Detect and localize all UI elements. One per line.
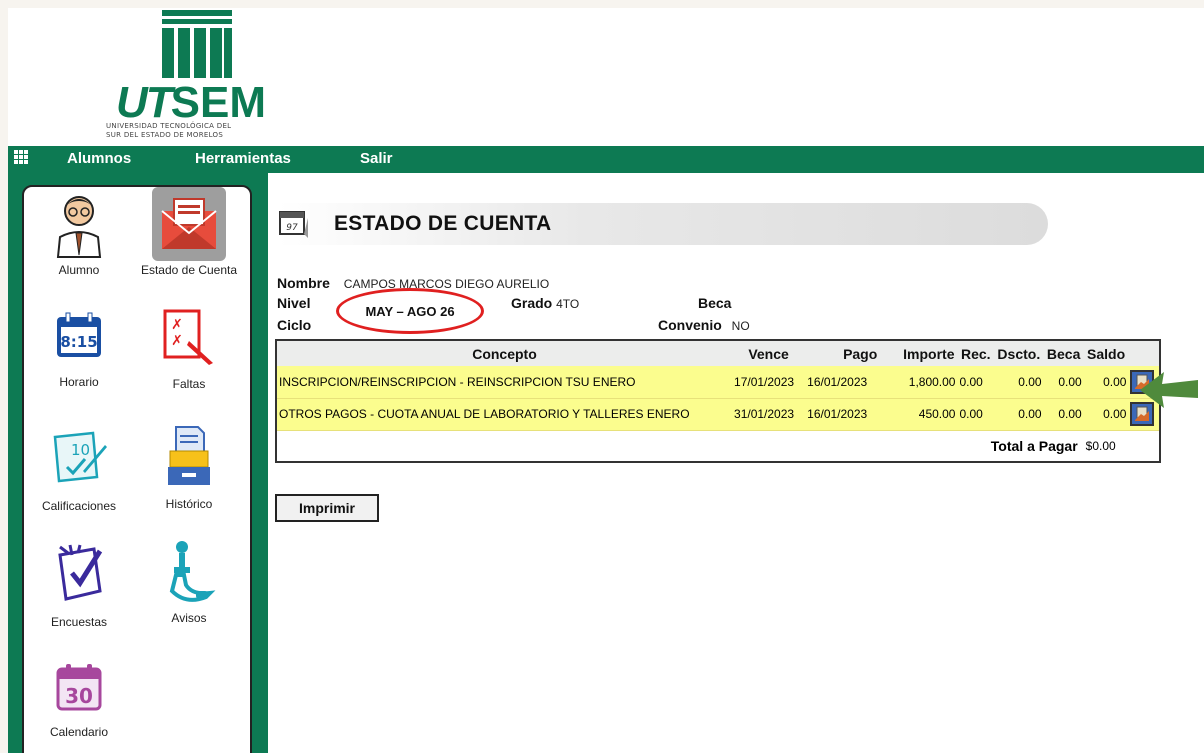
sidebar-label-avisos: Avisos <box>171 611 207 625</box>
sidebar-item-estado-de-cuenta[interactable]: Estado de Cuenta <box>134 187 244 277</box>
svg-text:✗: ✗ <box>171 333 183 349</box>
total-value: $0.00 <box>1085 438 1116 453</box>
grado-value: 4TO <box>556 297 580 311</box>
sidebar-label-calendario: Calendario <box>49 725 109 739</box>
sidebar-item-alumno[interactable]: Alumno <box>24 193 134 277</box>
sidebar-item-encuestas[interactable]: Encuestas <box>24 543 134 629</box>
total-label: Total a Pagar <box>990 437 1078 454</box>
cell-saldo: 0.00 <box>1083 366 1129 399</box>
cell-importe: 1,800.00 <box>880 366 958 399</box>
col-vence: Vence <box>732 340 806 366</box>
calendar-page-text: 97 <box>286 223 298 233</box>
cell-dscto: 0.00 <box>994 398 1044 431</box>
account-table: Concepto Vence Pago Importe Rec. Dscto. … <box>275 339 1161 463</box>
menu-bar: Alumnos Herramientas Salir <box>8 146 1204 173</box>
cell-beca: 0.00 <box>1043 366 1084 399</box>
sidebar-label-calificaciones: Calificaciones <box>41 499 117 513</box>
sidebar-item-historico[interactable]: Histórico <box>134 425 244 511</box>
logo-line-1: UNIVERSIDAD TECNOLÓGICA DEL <box>106 122 232 130</box>
sidebar-label-faltas: Faltas <box>172 377 206 391</box>
col-concepto: Concepto <box>276 340 733 366</box>
sidebar-label-historico: Histórico <box>165 497 213 511</box>
survey-icon <box>58 544 103 601</box>
cell-rec: 0.00 <box>957 366 995 399</box>
cell-concepto: OTROS PAGOS - CUOTA ANUAL DE LABORATORIO… <box>276 398 733 431</box>
sidebar-item-faltas[interactable]: ✗ ✗ Faltas <box>134 307 244 391</box>
envelope-icon <box>161 198 217 249</box>
sidebar-item-calificaciones[interactable]: 10 Calificaciones <box>24 427 134 513</box>
col-pago: Pago <box>805 340 881 366</box>
menu-salir[interactable]: Salir <box>360 150 393 167</box>
calendar-day-text: 30 <box>65 684 93 708</box>
grades-icon: 10 <box>53 431 107 483</box>
cell-vence: 31/01/2023 <box>732 398 806 431</box>
cell-pago: 16/01/2023 <box>805 366 881 399</box>
svg-text:✗: ✗ <box>171 317 183 333</box>
nivel-label: Nivel <box>277 295 311 311</box>
cell-concepto: INSCRIPCION/REINSCRIPCION - REINSCRIPCIO… <box>276 366 733 399</box>
table-row: INSCRIPCION/REINSCRIPCION - REINSCRIPCIO… <box>276 366 1160 399</box>
cell-vence: 17/01/2023 <box>732 366 806 399</box>
notices-icon <box>169 541 216 602</box>
clock-calendar-icon: 8:15 <box>57 312 101 357</box>
page: UTSEM UNIVERSIDAD TECNOLÓGICA DEL SUR DE… <box>0 0 1204 753</box>
sidebar-item-avisos[interactable]: Avisos <box>134 539 244 625</box>
nombre-value: CAMPOS MARCOS DIEGO AURELIO <box>343 277 550 291</box>
arrow-annotation-icon <box>1140 372 1198 408</box>
logo-wordmark: UTSEM <box>116 78 267 127</box>
calendar-page-icon: 97 <box>279 211 308 238</box>
page-title-bar: 97 ESTADO DE CUENTA <box>278 203 1048 245</box>
col-importe: Importe <box>880 340 958 366</box>
info-grado: Grado 4TO <box>511 295 579 311</box>
app-canvas: UTSEM UNIVERSIDAD TECNOLÓGICA DEL SUR DE… <box>8 8 1204 753</box>
info-convenio: Convenio NO <box>658 317 750 333</box>
col-rec: Rec. <box>957 340 995 366</box>
svg-text:10: 10 <box>71 441 90 459</box>
sidebar-label-alumno: Alumno <box>58 263 100 277</box>
menu-herramientas[interactable]: Herramientas <box>195 150 291 167</box>
cell-importe: 450.00 <box>880 398 958 431</box>
col-action <box>1128 340 1160 366</box>
cell-beca: 0.00 <box>1043 398 1084 431</box>
print-button[interactable]: Imprimir <box>275 494 379 522</box>
absences-icon: ✗ ✗ <box>163 309 213 365</box>
calendar-icon: 30 <box>56 664 102 711</box>
col-dscto: Dscto. <box>994 340 1044 366</box>
sidebar: Alumno Estado de Cuenta 8:15 Horario ✗ ✗… <box>22 185 252 753</box>
col-beca: Beca <box>1043 340 1084 366</box>
student-icon <box>56 196 102 258</box>
page-title: ESTADO DE CUENTA <box>334 212 552 235</box>
cell-rec: 0.00 <box>957 398 995 431</box>
archive-icon <box>168 426 210 485</box>
sidebar-label-horario: Horario <box>59 375 99 389</box>
grado-label: Grado <box>511 295 553 311</box>
convenio-label: Convenio <box>658 317 722 333</box>
convenio-value: NO <box>731 319 750 333</box>
col-saldo: Saldo <box>1083 340 1129 366</box>
sidebar-item-calendario[interactable]: 30 Calendario <box>24 663 134 739</box>
ciclo-label: Ciclo <box>277 317 312 333</box>
nombre-label: Nombre <box>277 275 330 291</box>
table-row: OTROS PAGOS - CUOTA ANUAL DE LABORATORIO… <box>276 398 1160 431</box>
clock-text: 8:15 <box>60 333 97 351</box>
sidebar-label-estado-de-cuenta: Estado de Cuenta <box>140 263 238 277</box>
ciclo-annotation-oval: MAY – AGO 26 <box>336 288 484 334</box>
utsem-logo: UTSEM UNIVERSIDAD TECNOLÓGICA DEL SUR DE… <box>106 10 296 142</box>
cell-pago: 16/01/2023 <box>805 398 881 431</box>
menu-alumnos[interactable]: Alumnos <box>67 150 131 167</box>
grid-menu-icon[interactable] <box>14 150 28 164</box>
sidebar-label-encuestas: Encuestas <box>50 615 108 629</box>
ciclo-value: MAY – AGO 26 <box>365 304 455 319</box>
logo-line-2: SUR DEL ESTADO DE MORELOS <box>106 131 224 139</box>
sidebar-item-horario[interactable]: 8:15 Horario <box>24 311 134 389</box>
selected-highlight <box>152 187 226 261</box>
beca-label: Beca <box>698 295 732 311</box>
cell-saldo: 0.00 <box>1083 398 1129 431</box>
total-row: Total a Pagar $0.00 <box>276 430 1160 462</box>
cell-dscto: 0.00 <box>994 366 1044 399</box>
table-header-row: Concepto Vence Pago Importe Rec. Dscto. … <box>276 340 1160 366</box>
